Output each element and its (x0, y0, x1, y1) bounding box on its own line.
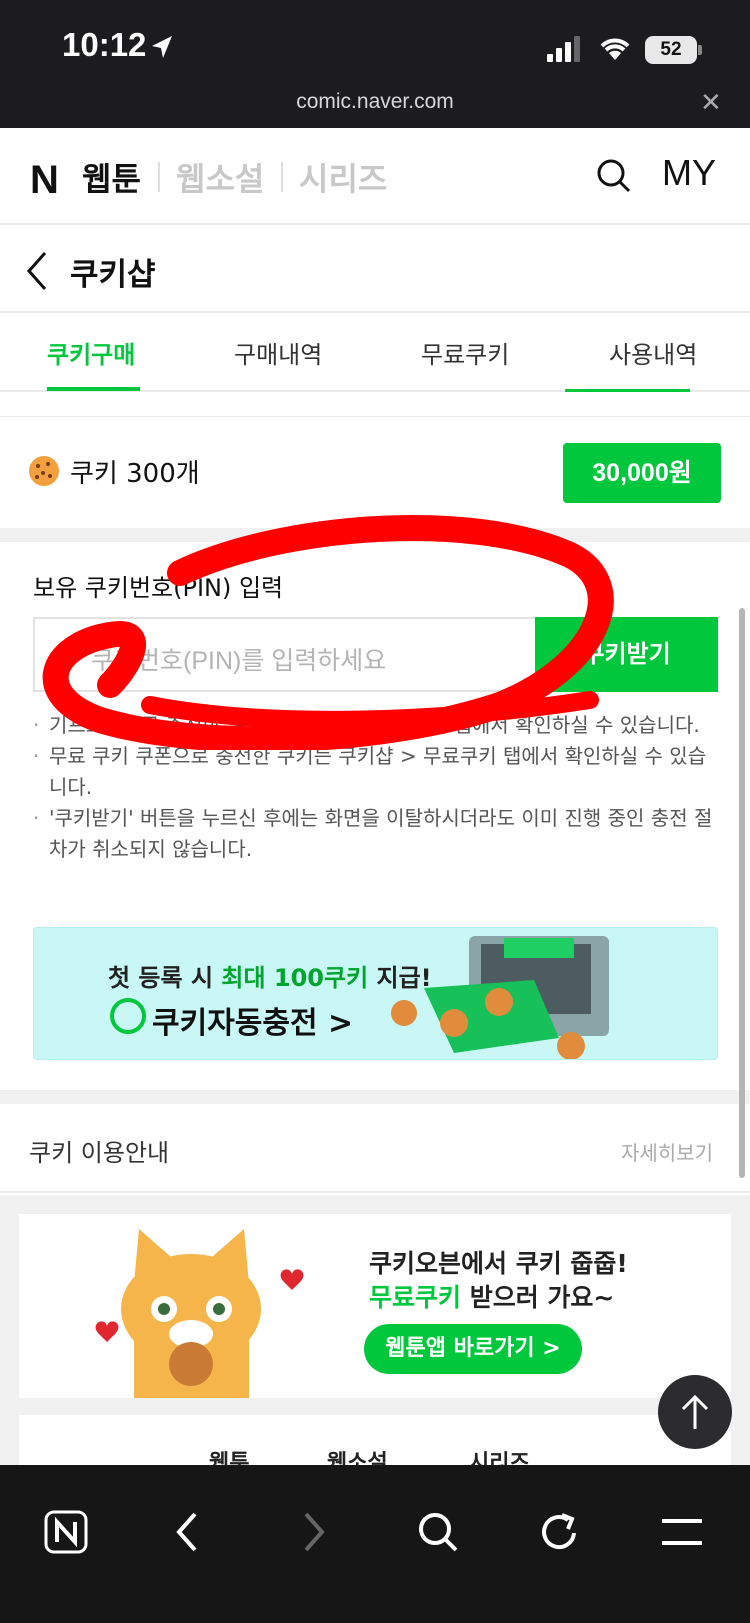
close-icon[interactable]: ✕ (700, 88, 722, 118)
site-header: N 웹툰 웹소설 시리즈 MY (0, 128, 750, 225)
note-item: '쿠키받기' 버튼을 누르신 후에는 화면을 이탈하시더라도 이미 진행 중인 … (33, 803, 723, 865)
auto-charge-icon (110, 998, 146, 1034)
clock: 10:12 (62, 26, 147, 63)
cookie-oven-illustration (391, 936, 609, 1059)
status-bar: 10:12 52 comic.naver.com ✕ (0, 0, 750, 128)
section-divider (0, 1090, 750, 1104)
page-title: 쿠키샵 (70, 257, 156, 293)
tab-purchase-history[interactable]: 구매내역 (234, 335, 322, 370)
back-icon[interactable] (26, 251, 48, 291)
tab-bar: 쿠키구매 구매내역 무료쿠키 사용내역 (0, 315, 750, 392)
scrollbar[interactable] (739, 608, 745, 1178)
naver-logo[interactable]: N (30, 158, 59, 203)
search-nav-icon[interactable] (417, 1511, 459, 1553)
my-button[interactable]: MY (662, 152, 716, 194)
product-label: 쿠키 300개 (70, 459, 200, 489)
guide-title: 쿠키 이용안내 (29, 1139, 170, 1167)
cookie-icon (29, 456, 59, 486)
promo-card[interactable]: 쿠키오븐에서 쿠키 줍줍! 무료쿠키 받으러 가요~ 웹툰앱 바로가기 > (19, 1214, 731, 1398)
tab-webtoon[interactable]: 웹툰 (82, 154, 141, 200)
battery-indicator: 52 (645, 36, 697, 64)
forward-nav-icon[interactable] (302, 1512, 326, 1552)
tab-usage-history[interactable]: 사용내역 (609, 335, 697, 370)
divider (281, 162, 283, 192)
tab-series[interactable]: 시리즈 (299, 154, 387, 200)
auto-charge-banner[interactable]: 첫 등록 시 최대 100쿠키 지급! 쿠키자동충전 > (33, 927, 718, 1060)
product-row: 쿠키 300개 30,000원 (0, 416, 750, 526)
banner-link[interactable]: 쿠키자동충전 > (152, 998, 353, 1042)
url-label[interactable]: comic.naver.com (0, 90, 750, 114)
note-item: 무료 쿠키 쿠폰으로 충전한 쿠키는 쿠키샵 > 무료쿠키 탭에서 확인하실 수… (33, 741, 723, 803)
tab-cookie-purchase[interactable]: 쿠키구매 (47, 335, 135, 370)
page-header: 쿠키샵 (0, 227, 750, 313)
buy-button[interactable]: 30,000원 (563, 443, 721, 503)
cookie-guide-row: 쿠키 이용안내 자세히보기 (0, 1105, 750, 1193)
active-tab-indicator (47, 387, 140, 391)
view-more-link[interactable]: 자세히보기 (621, 1137, 713, 1166)
signal-icon (547, 36, 580, 62)
promo-headline: 쿠키오븐에서 쿠키 줍줍! (369, 1249, 628, 1278)
battery-tip (698, 45, 702, 55)
search-icon[interactable] (596, 158, 632, 194)
tab-webnovel[interactable]: 웹소설 (176, 154, 264, 200)
partial-element (565, 389, 690, 392)
promo-subline: 무료쿠키 받으러 가요~ (369, 1283, 615, 1312)
browser-toolbar (0, 1465, 750, 1623)
wifi-icon (600, 38, 630, 60)
arrow-up-icon (681, 1394, 709, 1429)
cat-illustration (95, 1229, 304, 1398)
divider (158, 162, 160, 192)
location-arrow-icon (152, 36, 172, 58)
refresh-icon[interactable] (540, 1511, 580, 1553)
tab-free-cookie[interactable]: 무료쿠키 (421, 335, 509, 370)
red-circle-annotation (42, 515, 614, 750)
open-webtoon-app-button[interactable]: 웹툰앱 바로가기 > (364, 1324, 582, 1374)
menu-icon[interactable] (660, 1515, 704, 1549)
back-nav-icon[interactable] (175, 1512, 199, 1552)
naver-home-icon[interactable] (44, 1510, 88, 1554)
scroll-to-top-button[interactable] (658, 1375, 732, 1449)
